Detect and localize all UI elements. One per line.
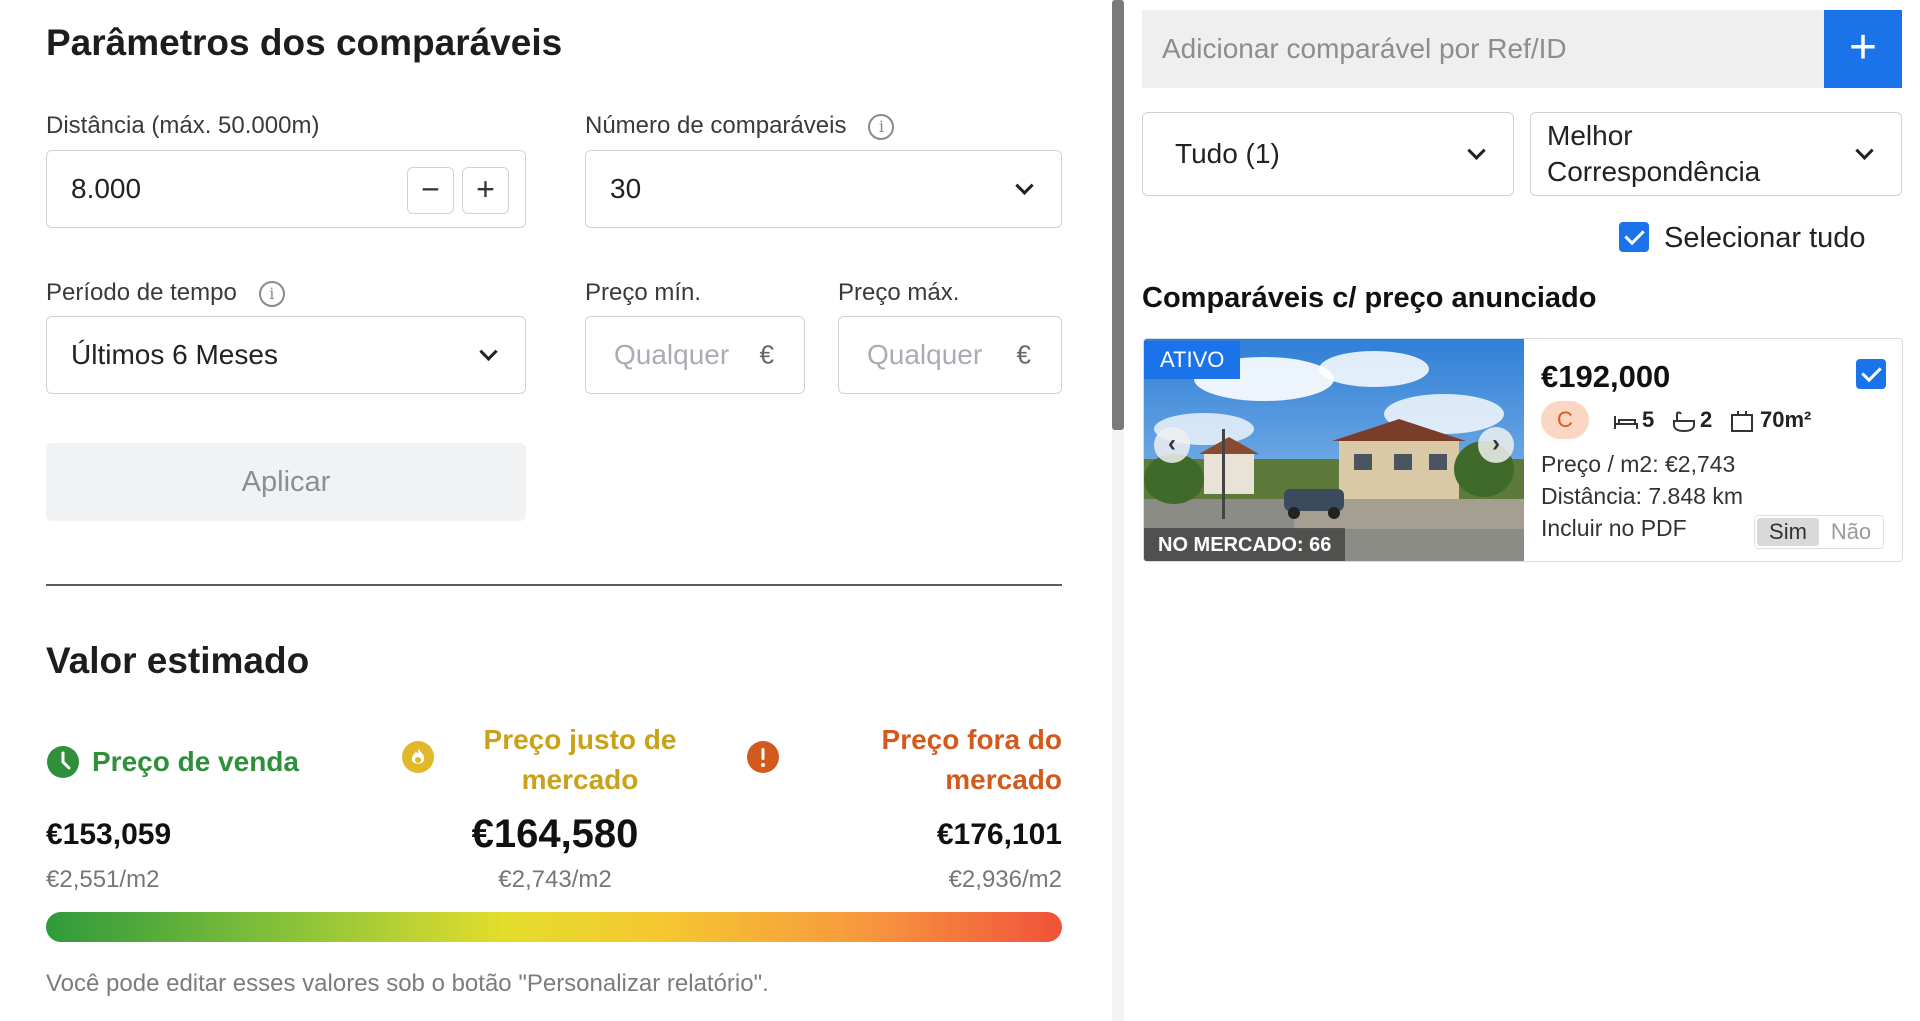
fair-price-label-line1: Preço justo de xyxy=(483,724,677,755)
include-pdf-label: Incluir no PDF xyxy=(1541,515,1687,541)
filter-value: Tudo (1) xyxy=(1175,138,1280,169)
num-comparables-select[interactable]: 30 xyxy=(585,150,1062,228)
off-market-price-label-line2: mercado xyxy=(945,764,1062,795)
divider xyxy=(46,584,1062,586)
comparables-params-panel: Parâmetros dos comparáveis Distância (má… xyxy=(0,0,1110,1021)
period-label-text: Período de tempo xyxy=(46,279,237,306)
price-max-input[interactable]: Qualquer € xyxy=(838,316,1062,394)
card-price: €192,000 xyxy=(1541,359,1671,394)
params-title: Parâmetros dos comparáveis xyxy=(46,22,563,63)
toggle-no[interactable]: Não xyxy=(1821,518,1881,546)
distance-field[interactable]: 8.000 − + xyxy=(46,150,526,228)
period-value: Últimos 6 Meses xyxy=(71,339,278,370)
area-icon xyxy=(1731,411,1753,432)
high-per-m2: €2,936/m2 xyxy=(948,866,1062,893)
clock-icon xyxy=(47,746,79,778)
low-per-m2: €2,551/m2 xyxy=(46,866,160,893)
baths-count: 2 xyxy=(1700,407,1713,432)
info-icon[interactable]: i xyxy=(868,113,895,140)
low-value: €153,059 xyxy=(46,818,172,851)
distance-label: Distância (máx. 50.000m) xyxy=(46,112,320,139)
high-value: €176,101 xyxy=(936,818,1062,851)
distance-value[interactable]: 8.000 xyxy=(71,173,141,205)
chevron-down-icon xyxy=(1015,176,1034,195)
next-photo-button[interactable]: › xyxy=(1478,427,1514,463)
distance-value-card: Distância: 7.848 km xyxy=(1541,483,1743,509)
estimate-title: Valor estimado xyxy=(46,640,310,681)
fire-icon xyxy=(402,741,434,773)
alert-icon xyxy=(747,741,779,773)
prev-photo-button[interactable]: ‹ xyxy=(1154,427,1190,463)
price-max-placeholder: Qualquer xyxy=(867,339,983,370)
add-comparable-placeholder: Adicionar comparável por Ref/ID xyxy=(1162,33,1567,64)
sale-price-label: Preço de venda xyxy=(92,746,299,777)
decrement-button[interactable]: − xyxy=(407,167,454,214)
scrollbar-thumb[interactable] xyxy=(1112,0,1124,430)
add-comparable-button[interactable]: + xyxy=(1824,10,1902,88)
energy-class-badge: C xyxy=(1541,401,1589,439)
filter-select[interactable]: Tudo (1) xyxy=(1142,112,1514,196)
fair-value: €164,580 xyxy=(471,812,639,856)
info-icon[interactable]: i xyxy=(258,280,285,307)
property-photo[interactable]: ATIVO NO MERCADO: 66 ‹ › xyxy=(1144,339,1524,561)
off-market-price-label-line1: Preço fora do xyxy=(881,724,1062,755)
on-market-badge: NO MERCADO: 66 xyxy=(1144,528,1346,561)
euro-icon: € xyxy=(759,339,774,370)
sort-value: Melhor Correspondência xyxy=(1547,118,1760,190)
num-comparables-label-text: Número de comparáveis xyxy=(585,112,847,139)
price-min-input[interactable]: Qualquer € xyxy=(585,316,805,394)
select-all-checkbox[interactable] xyxy=(1619,222,1649,252)
euro-icon: € xyxy=(1016,339,1031,370)
price-min-label: Preço mín. xyxy=(585,279,702,306)
num-comparables-label: Número de comparáveis i xyxy=(585,112,895,140)
bed-icon xyxy=(1614,416,1638,429)
comparable-card[interactable]: ATIVO NO MERCADO: 66 ‹ › €192,000 C 5 2 … xyxy=(1143,338,1903,562)
fair-price-label-line2: mercado xyxy=(521,764,639,795)
sort-value-line1: Melhor xyxy=(1547,120,1633,151)
apply-button[interactable]: Aplicar xyxy=(46,443,526,521)
increment-button[interactable]: + xyxy=(462,167,509,214)
toggle-yes[interactable]: Sim xyxy=(1757,518,1819,546)
section-title: Comparáveis c/ preço anunciado xyxy=(1142,282,1597,314)
price-per-m2: Preço / m2: €2,743 xyxy=(1541,451,1736,477)
edit-note: Você pode editar esses valores sob o bot… xyxy=(46,970,769,997)
select-all-label[interactable]: Selecionar tudo xyxy=(1664,222,1866,255)
bath-icon xyxy=(1673,411,1695,433)
period-label: Período de tempo i xyxy=(46,279,285,307)
off-market-price-label: Preço fora do mercado xyxy=(812,720,1062,800)
period-select[interactable]: Últimos 6 Meses xyxy=(46,316,526,394)
fair-price-label: Preço justo de mercado xyxy=(470,720,690,800)
chevron-down-icon xyxy=(1855,141,1874,160)
price-max-label: Preço máx. xyxy=(838,279,960,306)
sort-value-line2: Correspondência xyxy=(1547,156,1761,187)
chevron-down-icon xyxy=(479,342,498,361)
beds-count: 5 xyxy=(1642,407,1655,432)
num-comparables-value: 30 xyxy=(610,173,642,204)
sort-select[interactable]: Melhor Correspondência xyxy=(1530,112,1902,196)
card-checkbox[interactable] xyxy=(1856,359,1886,389)
fair-per-m2: €2,743/m2 xyxy=(498,866,612,893)
price-range-bar xyxy=(46,912,1062,942)
add-comparable-input[interactable]: Adicionar comparável por Ref/ID xyxy=(1142,10,1824,88)
price-min-placeholder: Qualquer xyxy=(614,339,730,370)
include-pdf-toggle[interactable]: Sim Não xyxy=(1754,515,1884,549)
area-value: 70m² xyxy=(1760,407,1812,432)
chevron-down-icon xyxy=(1467,141,1486,160)
status-badge: ATIVO xyxy=(1144,341,1241,379)
